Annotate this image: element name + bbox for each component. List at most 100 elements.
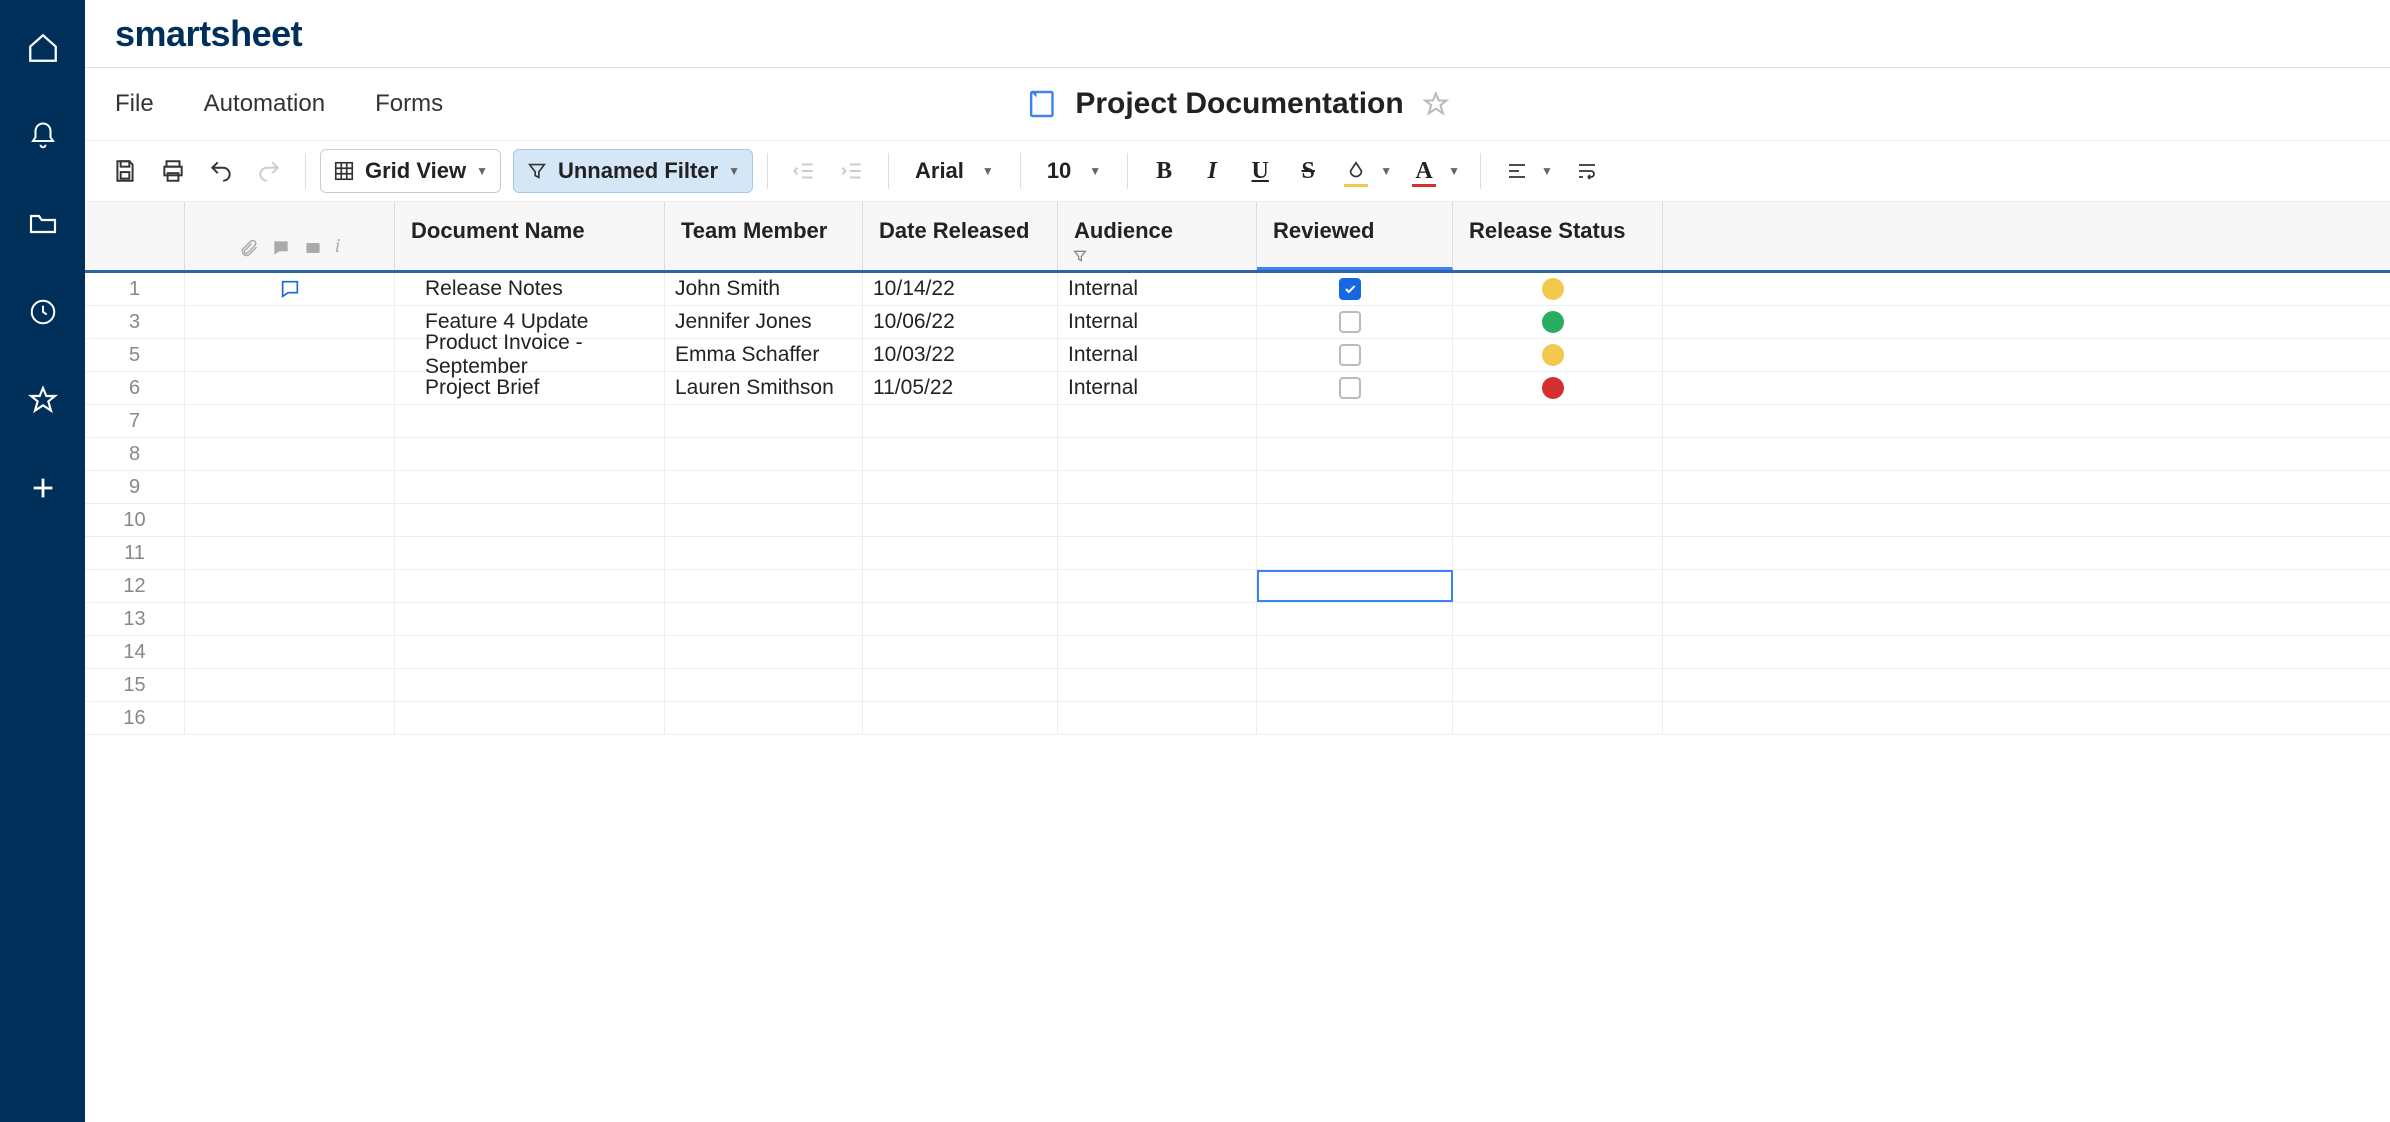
cell[interactable]: [1257, 570, 1453, 602]
cell-team-member[interactable]: Lauren Smithson: [665, 372, 863, 404]
table-row[interactable]: 15: [85, 669, 2390, 702]
font-family-selector[interactable]: Arial▼: [903, 158, 1006, 184]
cell[interactable]: [1257, 504, 1453, 536]
cell[interactable]: [1453, 537, 1663, 569]
row-gutter[interactable]: [185, 504, 395, 536]
reviewed-checkbox[interactable]: [1339, 278, 1361, 300]
cell[interactable]: [1257, 471, 1453, 503]
brand-logo[interactable]: smartsheet: [115, 13, 302, 55]
folder-icon[interactable]: [25, 206, 61, 242]
redo-button[interactable]: [247, 149, 291, 193]
table-row[interactable]: 5 Product Invoice - September Emma Schaf…: [85, 339, 2390, 372]
row-number[interactable]: 12: [85, 570, 185, 602]
row-gutter[interactable]: [185, 438, 395, 470]
cell[interactable]: [1058, 603, 1257, 635]
row-number[interactable]: 11: [85, 537, 185, 569]
cell[interactable]: [1453, 702, 1663, 734]
caret-icon[interactable]: ▼: [1541, 164, 1553, 178]
table-row[interactable]: 16: [85, 702, 2390, 735]
underline-button[interactable]: U: [1238, 149, 1282, 193]
indent-button[interactable]: [830, 149, 874, 193]
row-gutter[interactable]: [185, 669, 395, 701]
cell[interactable]: [395, 603, 665, 635]
cell-date-released[interactable]: 11/05/22: [863, 372, 1058, 404]
cell-release-status[interactable]: [1453, 306, 1663, 338]
row-gutter[interactable]: [185, 570, 395, 602]
cell[interactable]: [1257, 603, 1453, 635]
row-number[interactable]: 16: [85, 702, 185, 734]
column-header-date-released[interactable]: Date Released: [863, 202, 1058, 270]
cell[interactable]: [1058, 405, 1257, 437]
undo-button[interactable]: [199, 149, 243, 193]
cell[interactable]: [1453, 669, 1663, 701]
row-number[interactable]: 6: [85, 372, 185, 404]
cell[interactable]: [1453, 504, 1663, 536]
table-row[interactable]: 11: [85, 537, 2390, 570]
cell[interactable]: [863, 405, 1058, 437]
reviewed-checkbox[interactable]: [1339, 377, 1361, 399]
column-header-reviewed[interactable]: Reviewed: [1257, 202, 1453, 270]
table-row[interactable]: 9: [85, 471, 2390, 504]
cell[interactable]: [395, 636, 665, 668]
cell-audience[interactable]: Internal: [1058, 372, 1257, 404]
row-number[interactable]: 15: [85, 669, 185, 701]
cell[interactable]: [665, 636, 863, 668]
cell[interactable]: [1058, 537, 1257, 569]
cell[interactable]: [863, 570, 1058, 602]
sheet-title[interactable]: Project Documentation: [1075, 87, 1403, 121]
text-color-button[interactable]: A: [1402, 149, 1446, 193]
outdent-button[interactable]: [782, 149, 826, 193]
cell[interactable]: [395, 471, 665, 503]
table-row[interactable]: 7: [85, 405, 2390, 438]
cell[interactable]: [665, 438, 863, 470]
caret-icon[interactable]: ▼: [1448, 164, 1460, 178]
menu-file[interactable]: File: [115, 90, 154, 118]
row-gutter[interactable]: [185, 339, 395, 371]
cell[interactable]: [665, 405, 863, 437]
cell[interactable]: [1257, 702, 1453, 734]
cell[interactable]: [1453, 636, 1663, 668]
cell[interactable]: [395, 405, 665, 437]
row-gutter[interactable]: [185, 405, 395, 437]
row-number[interactable]: 14: [85, 636, 185, 668]
cell[interactable]: [665, 669, 863, 701]
cell[interactable]: [1058, 702, 1257, 734]
cell-team-member[interactable]: Emma Schaffer: [665, 339, 863, 371]
row-number[interactable]: 5: [85, 339, 185, 371]
column-header-document-name[interactable]: Document Name: [395, 202, 665, 270]
cell[interactable]: [863, 669, 1058, 701]
cell[interactable]: [665, 504, 863, 536]
cell[interactable]: [665, 570, 863, 602]
cell-document-name[interactable]: Product Invoice - September: [395, 339, 665, 371]
row-gutter[interactable]: [185, 273, 395, 305]
cell[interactable]: [863, 537, 1058, 569]
caret-icon[interactable]: ▼: [1380, 164, 1392, 178]
cell-document-name[interactable]: Release Notes: [395, 273, 665, 305]
column-header-release-status[interactable]: Release Status: [1453, 202, 1663, 270]
cell[interactable]: [665, 537, 863, 569]
print-button[interactable]: [151, 149, 195, 193]
cell[interactable]: [395, 702, 665, 734]
table-row[interactable]: 10: [85, 504, 2390, 537]
view-selector[interactable]: Grid View ▼: [320, 149, 501, 193]
cell[interactable]: [1058, 504, 1257, 536]
cell[interactable]: [863, 702, 1058, 734]
cell[interactable]: [1257, 537, 1453, 569]
font-size-selector[interactable]: 10▼: [1035, 158, 1113, 184]
cell[interactable]: [1058, 669, 1257, 701]
cell-audience[interactable]: Internal: [1058, 273, 1257, 305]
column-header-audience[interactable]: Audience: [1058, 202, 1257, 270]
cell[interactable]: [1257, 669, 1453, 701]
row-number[interactable]: 13: [85, 603, 185, 635]
row-gutter[interactable]: [185, 372, 395, 404]
fill-color-button[interactable]: [1334, 149, 1378, 193]
table-row[interactable]: 1 Release Notes John Smith 10/14/22 Inte…: [85, 273, 2390, 306]
cell-reviewed[interactable]: [1257, 273, 1453, 305]
cell[interactable]: [1058, 570, 1257, 602]
row-gutter[interactable]: [185, 603, 395, 635]
favorites-icon[interactable]: [25, 382, 61, 418]
reviewed-checkbox[interactable]: [1339, 344, 1361, 366]
cell[interactable]: [1058, 438, 1257, 470]
bold-button[interactable]: B: [1142, 149, 1186, 193]
cell-team-member[interactable]: Jennifer Jones: [665, 306, 863, 338]
